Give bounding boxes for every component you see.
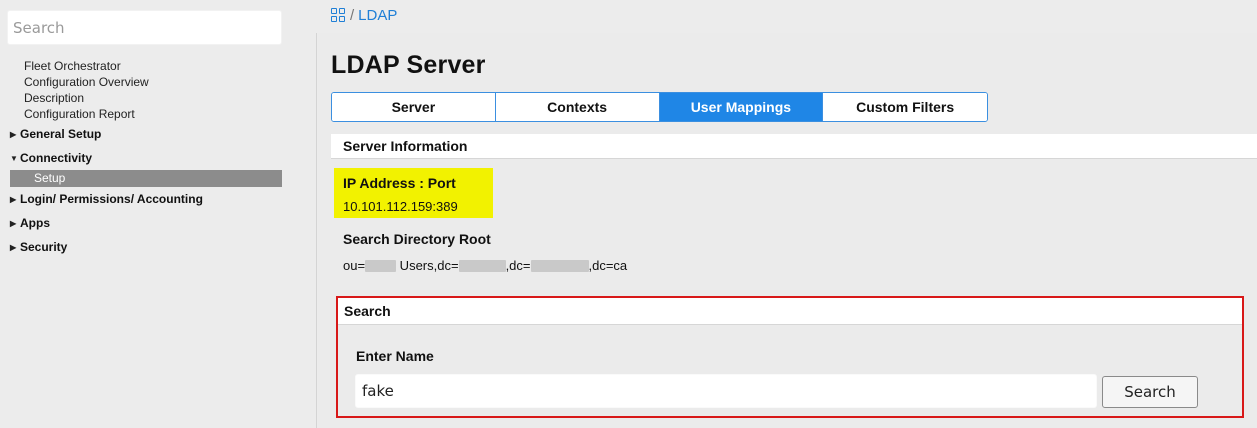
search-header: Search [338, 298, 1242, 325]
root-part: ,dc= [505, 258, 531, 273]
name-input[interactable] [355, 374, 1097, 408]
enter-name-label: Enter Name [356, 348, 434, 364]
sidebar-item-configuration-report[interactable]: Configuration Report [0, 106, 282, 122]
sidebar-item-configuration-overview[interactable]: Configuration Overview [0, 74, 282, 90]
search-callout: Search Enter Name Search [336, 296, 1244, 418]
triangle-right-icon: ▶ [10, 129, 17, 139]
main-content: LDAP Server Server Contexts User Mapping… [318, 33, 1257, 428]
sidebar-group-label: General Setup [20, 127, 102, 141]
sidebar-item-fleet-orchestrator[interactable]: Fleet Orchestrator [0, 58, 282, 74]
vertical-divider [316, 33, 317, 428]
sidebar-group-label: Login/ Permissions/ Accounting [20, 192, 203, 206]
page-title: LDAP Server [331, 51, 486, 79]
sidebar-group-connectivity[interactable]: ▼ Connectivity [0, 146, 282, 170]
redacted-block [530, 259, 589, 272]
root-part: ou= [343, 258, 366, 273]
sidebar-nav: Fleet Orchestrator Configuration Overvie… [0, 58, 282, 259]
server-information-header: Server Information [331, 134, 1257, 159]
breadcrumb: / LDAP [331, 5, 397, 25]
redacted-block [458, 259, 506, 272]
tab-bar: Server Contexts User Mappings Custom Fil… [331, 92, 988, 122]
sidebar-group-security[interactable]: ▶ Security [0, 235, 282, 259]
root-part: Users,dc= [396, 258, 459, 273]
sidebar-group-label: Apps [20, 216, 50, 230]
ip-address-value: 10.101.112.159:389 [343, 199, 458, 214]
search-button[interactable]: Search [1102, 376, 1198, 408]
triangle-right-icon: ▶ [10, 194, 17, 204]
sidebar-group-label: Security [20, 240, 68, 254]
sidebar-group-login-permissions-accounting[interactable]: ▶ Login/ Permissions/ Accounting [0, 187, 282, 211]
tab-contexts[interactable]: Contexts [495, 93, 660, 121]
sidebar-group-label: Connectivity [20, 151, 93, 165]
tab-server[interactable]: Server [332, 93, 496, 121]
tab-user-mappings[interactable]: User Mappings [659, 93, 824, 121]
sidebar-search-input[interactable] [7, 10, 282, 45]
sidebar-group-apps[interactable]: ▶ Apps [0, 211, 282, 235]
sidebar-item-description[interactable]: Description [0, 90, 282, 106]
breadcrumb-separator: / [350, 6, 355, 24]
search-directory-root-value: ou= Users,dc= ,dc= ,dc=ca [343, 258, 627, 273]
triangle-right-icon: ▶ [10, 242, 17, 252]
ip-address-label: IP Address : Port [343, 175, 456, 191]
triangle-right-icon: ▶ [10, 218, 17, 228]
breadcrumb-current[interactable]: LDAP [358, 7, 397, 24]
root-part: ,dc=ca [588, 258, 628, 273]
sidebar-item-setup[interactable]: Setup [10, 170, 282, 187]
redacted-block [365, 259, 397, 272]
search-directory-root-label: Search Directory Root [343, 231, 491, 247]
sidebar-group-general-setup[interactable]: ▶ General Setup [0, 122, 282, 146]
tab-custom-filters[interactable]: Custom Filters [823, 93, 987, 121]
triangle-down-icon: ▼ [10, 153, 18, 163]
sidebar: Fleet Orchestrator Configuration Overvie… [0, 0, 288, 428]
grid-home-icon[interactable] [331, 8, 345, 22]
